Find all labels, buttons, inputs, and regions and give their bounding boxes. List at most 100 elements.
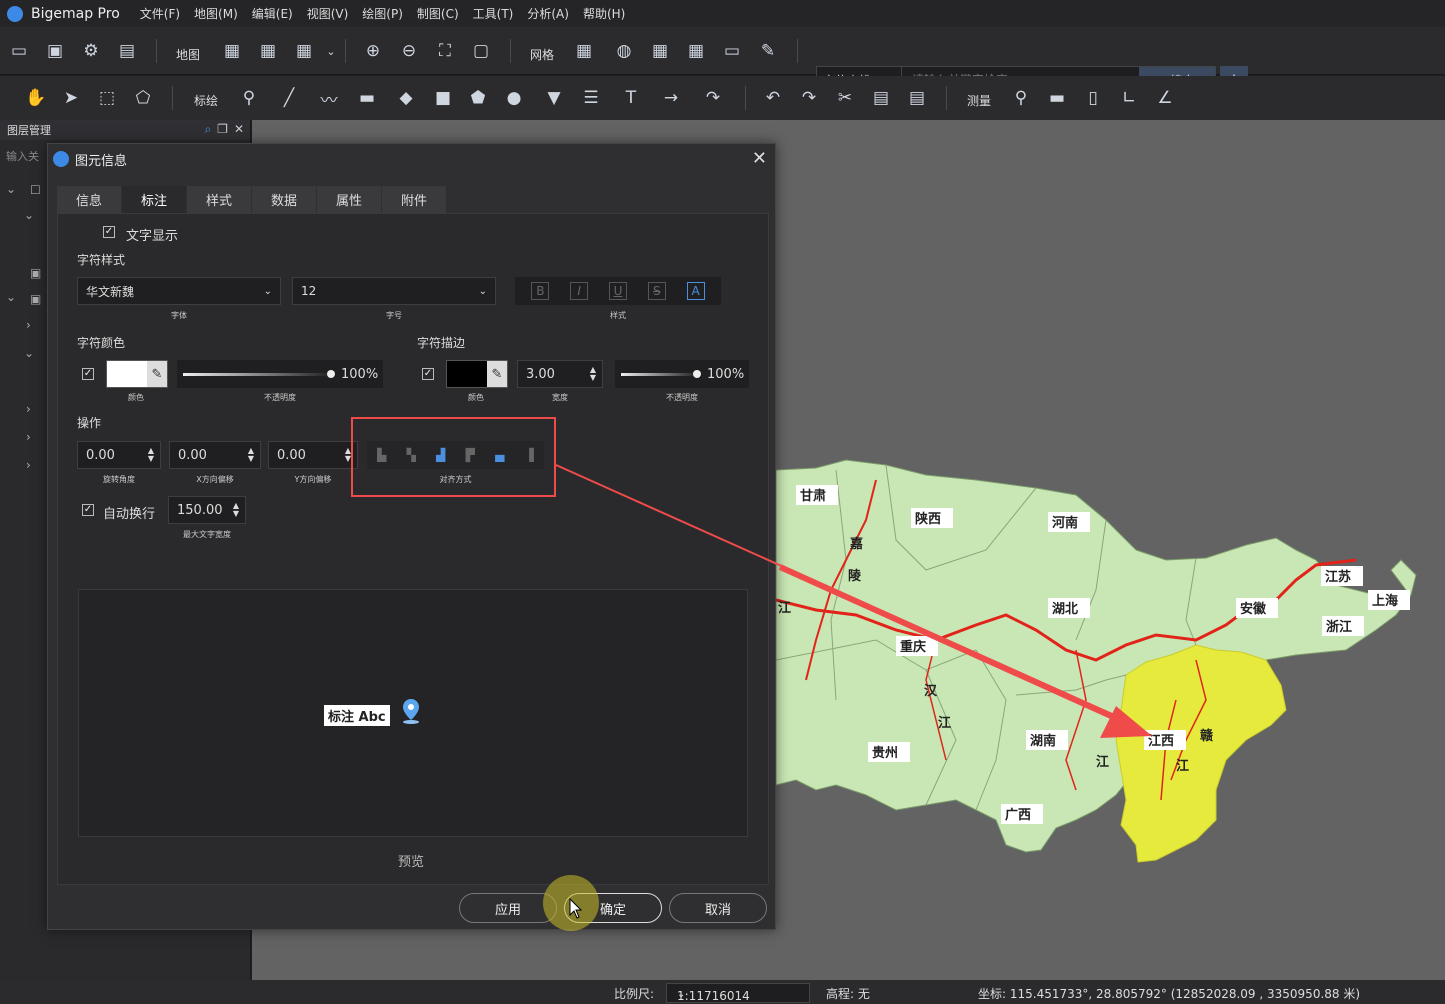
layer-checkbox[interactable]: ☐ <box>30 183 41 197</box>
underline-button[interactable]: U <box>608 282 627 300</box>
char-opacity-slider[interactable]: 100% <box>177 360 383 388</box>
layer-checkbox[interactable]: ▣ <box>30 266 41 280</box>
undo-icon[interactable]: ↶ <box>762 87 784 109</box>
point-marker-icon[interactable]: ⚲ <box>238 87 260 109</box>
tab-attachments[interactable]: 附件 <box>382 186 447 213</box>
menu-map[interactable]: 地图(M) <box>194 5 238 22</box>
chevron-right-icon[interactable]: › <box>26 318 31 332</box>
open-folder-icon[interactable]: ▭ <box>8 40 30 62</box>
char-color-checkbox[interactable]: ✓ <box>82 368 94 380</box>
bold-button[interactable]: B <box>531 282 550 300</box>
list-icon[interactable]: ▤ <box>870 87 892 109</box>
rectangle-draw-icon[interactable]: ▬ <box>356 87 378 109</box>
zoom-in-icon[interactable]: ⊕ <box>362 40 384 62</box>
square-icon[interactable]: ■ <box>432 87 454 109</box>
scale-select[interactable]: 1:11716014 ⌄ <box>666 983 810 1003</box>
line-icon[interactable]: ╱ <box>278 87 300 109</box>
chevron-down-icon[interactable]: ⌄ <box>24 208 34 222</box>
font-size-select[interactable]: 12 ⌄ <box>292 277 496 305</box>
chevron-right-icon[interactable]: › <box>26 402 31 416</box>
menu-file[interactable]: 文件(F) <box>140 5 180 22</box>
area-measure-icon[interactable]: ▯ <box>1082 87 1104 109</box>
circle-icon[interactable]: ● <box>503 87 525 109</box>
max-text-width-input[interactable]: 150.00 ▲ ▼ <box>168 496 246 524</box>
corner-icon[interactable]: ∟ <box>1118 87 1140 109</box>
zoom-extent-icon[interactable]: ⛶ <box>434 40 456 62</box>
freehand-line-icon[interactable]: 〰 <box>318 87 340 111</box>
globe-icon[interactable]: ◍ <box>613 40 635 62</box>
layer-search-input[interactable]: 输入关 <box>6 148 39 164</box>
char-color-swatch[interactable]: ✎ <box>106 360 168 388</box>
brush-icon[interactable]: ✎ <box>757 40 779 62</box>
settings-gear-icon[interactable]: ⚙ <box>80 40 102 62</box>
stroke-opacity-slider[interactable]: 100% <box>615 360 749 388</box>
tab-data[interactable]: 数据 <box>252 186 317 213</box>
fullscreen-icon[interactable]: ▢ <box>470 40 492 62</box>
apply-button[interactable]: 应用 <box>459 893 557 923</box>
stroke-width-input[interactable]: 3.00 ▲ ▼ <box>517 360 603 388</box>
menu-tools[interactable]: 工具(T) <box>473 5 514 22</box>
pentagon-icon[interactable]: ⬟ <box>467 87 489 109</box>
stack-icon[interactable]: ☰ <box>580 87 602 109</box>
menu-help[interactable]: 帮助(H) <box>583 5 625 22</box>
grid-label[interactable]: 网格 <box>530 46 554 63</box>
search-icon[interactable]: ⌕ <box>204 122 211 137</box>
nm-grid-icon[interactable]: ▦ <box>685 40 707 62</box>
layer-checkbox[interactable]: ▣ <box>30 292 41 306</box>
chevron-down-icon[interactable]: ⌄ <box>6 182 16 196</box>
tab-attributes[interactable]: 属性 <box>317 186 382 213</box>
text-background-button[interactable]: A <box>686 282 705 300</box>
menu-view[interactable]: 视图(V) <box>307 5 349 22</box>
user-location-icon[interactable]: ⚲ <box>1010 87 1032 109</box>
map-label[interactable]: 地图 <box>176 46 200 63</box>
tab-info[interactable]: 信息 <box>57 186 122 213</box>
char-stroke-swatch[interactable]: ✎ <box>446 360 508 388</box>
polygon-select-icon[interactable]: ⬠ <box>132 87 154 109</box>
grid-icon[interactable]: ▦ <box>573 40 595 62</box>
save-icon[interactable]: ▣ <box>44 40 66 62</box>
chevron-right-icon[interactable]: › <box>26 458 31 472</box>
measure-label[interactable]: 测量 <box>967 92 991 109</box>
menu-cartography[interactable]: 制图(C) <box>417 5 459 22</box>
window-icon[interactable]: ▤ <box>116 40 138 62</box>
box-select-icon[interactable]: ⬚ <box>96 87 118 109</box>
ruler-icon[interactable]: ▬ <box>1046 87 1068 109</box>
list-alt-icon[interactable]: ▤ <box>906 87 928 109</box>
text-display-checkbox[interactable]: ✓ <box>103 226 115 238</box>
strikethrough-button[interactable]: S <box>647 282 666 300</box>
auto-wrap-checkbox[interactable]: ✓ <box>82 504 94 516</box>
chevron-down-icon[interactable]: ⌄ <box>320 40 342 62</box>
sector-icon[interactable]: ▼ <box>543 87 565 109</box>
map-overlay-icon[interactable]: ▦ <box>293 40 315 62</box>
annotate-label[interactable]: 标绘 <box>194 92 218 109</box>
rotation-input[interactable]: 0.00 ▲ ▼ <box>77 441 161 469</box>
map-source-icon[interactable]: ▦ <box>221 40 243 62</box>
chevron-down-icon[interactable]: ⌄ <box>6 290 16 304</box>
cancel-button[interactable]: 取消 <box>669 893 767 923</box>
select-arrow-icon[interactable]: ➤ <box>60 87 82 109</box>
chevron-right-icon[interactable]: › <box>26 430 31 444</box>
angle-icon[interactable]: ∠ <box>1154 87 1176 109</box>
menu-analysis[interactable]: 分析(A) <box>527 5 569 22</box>
close-icon[interactable]: ✕ <box>234 122 244 137</box>
restore-icon[interactable]: ❐ <box>217 122 228 137</box>
zoom-out-icon[interactable]: ⊖ <box>398 40 420 62</box>
pan-hand-icon[interactable]: ✋ <box>25 87 47 109</box>
tab-style[interactable]: 样式 <box>187 186 252 213</box>
province-map[interactable]: 甘肃 陕西 河南 江苏 上海 安徽 浙江 湖北 重庆 湖南 江西 贵州 广西 嘉… <box>776 440 1445 880</box>
close-icon[interactable]: ✕ <box>752 148 767 169</box>
x-offset-input[interactable]: 0.00 ▲ ▼ <box>169 441 261 469</box>
char-stroke-checkbox[interactable]: ✓ <box>422 368 434 380</box>
folder-icon[interactable]: ▭ <box>721 40 743 62</box>
redo-icon[interactable]: ↷ <box>798 87 820 109</box>
italic-button[interactable]: I <box>570 282 589 300</box>
curved-arrow-icon[interactable]: ↷ <box>702 87 724 109</box>
scissors-icon[interactable]: ✂ <box>834 87 856 109</box>
text-box-icon[interactable]: T <box>620 87 642 109</box>
chevron-down-icon[interactable]: ⌄ <box>24 346 34 360</box>
km-grid-icon[interactable]: ▦ <box>649 40 671 62</box>
font-select[interactable]: 华文新魏 ⌄ <box>77 277 281 305</box>
tab-annotation[interactable]: 标注 <box>122 186 187 213</box>
arrow-right-icon[interactable]: → <box>660 87 682 109</box>
menu-edit[interactable]: 编辑(E) <box>252 5 293 22</box>
